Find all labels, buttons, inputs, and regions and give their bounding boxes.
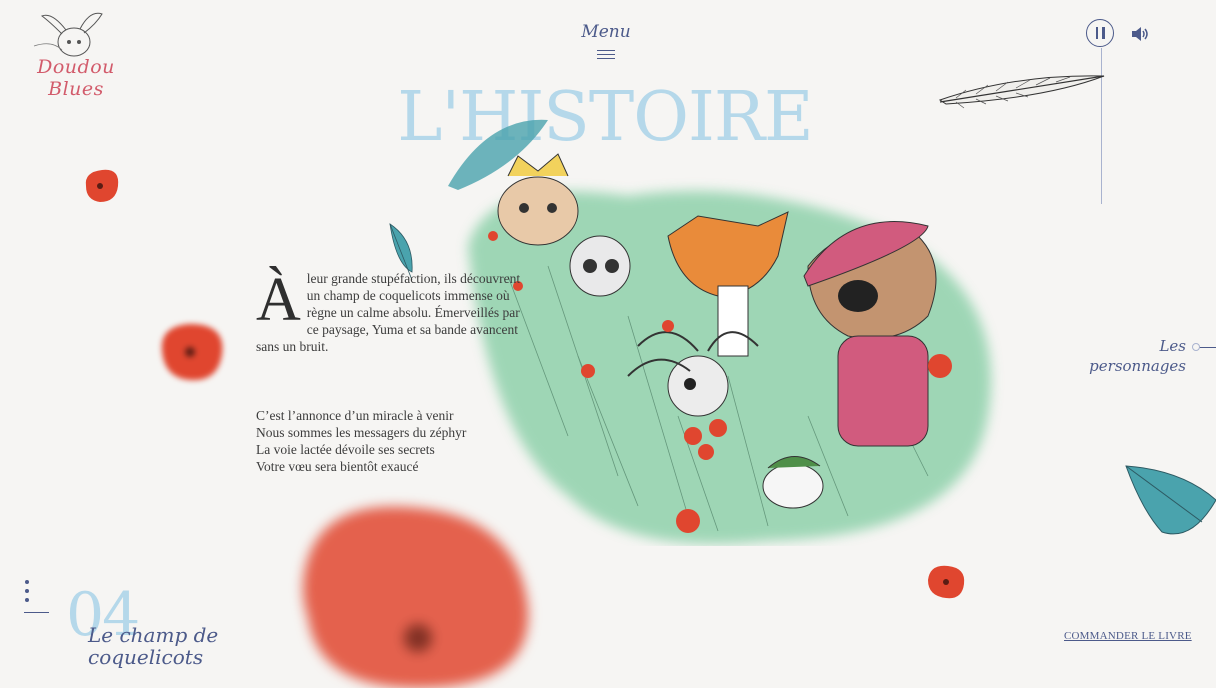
characters-link-line2: personnages — [1089, 357, 1186, 375]
logo-text-line2: Blues — [48, 78, 104, 100]
characters-link-line1: Les — [1159, 337, 1186, 355]
poem-line: La voie lactée dévoile ses secrets — [256, 442, 435, 457]
pause-button[interactable] — [1086, 19, 1114, 47]
dot-icon — [25, 589, 29, 593]
logo-text: Doudou Blues — [24, 56, 128, 100]
feather-icon — [938, 75, 1105, 109]
poppy-icon — [161, 324, 223, 381]
chapter-title: Le champ de coquelicots — [88, 624, 248, 668]
volume-button[interactable] — [1130, 25, 1150, 43]
poppy-icon — [85, 169, 119, 202]
dropcap: À — [256, 266, 301, 334]
chapter-title-line1: Le champ de — [88, 623, 219, 647]
logo-text-line1: Doudou — [37, 56, 115, 78]
dot-icon — [25, 598, 29, 602]
order-book-link[interactable]: COMMANDER LE LIVRE — [1064, 630, 1192, 642]
pause-icon — [1095, 27, 1098, 39]
hamburger-icon — [597, 50, 615, 59]
dot-icon — [25, 580, 29, 584]
poppy-icon — [303, 506, 529, 688]
chapters-menu-button[interactable] — [24, 580, 50, 616]
poppy-icon — [928, 565, 965, 599]
characters-link[interactable]: Les personnages — [1080, 336, 1186, 376]
story-text: À leur grande stupéfaction, ils découvre… — [256, 266, 528, 372]
menu-button[interactable]: Menu — [576, 22, 636, 62]
chapter-title-line2: coquelicots — [88, 645, 204, 669]
poem-line: Votre vœu sera bientôt exaucé — [256, 459, 419, 474]
volume-icon — [1132, 27, 1148, 41]
poem-line: Nous sommes les messagers du zéphyr — [256, 425, 467, 440]
leaf-icon — [1125, 465, 1216, 535]
characters-link-dot — [1192, 343, 1200, 351]
logo[interactable]: Doudou Blues — [22, 12, 130, 108]
poem: C’est l’annonce d’un miracle à venir Nou… — [256, 407, 528, 475]
poem-line: C’est l’annonce d’un miracle à venir — [256, 408, 454, 423]
menu-label: Menu — [581, 22, 631, 42]
